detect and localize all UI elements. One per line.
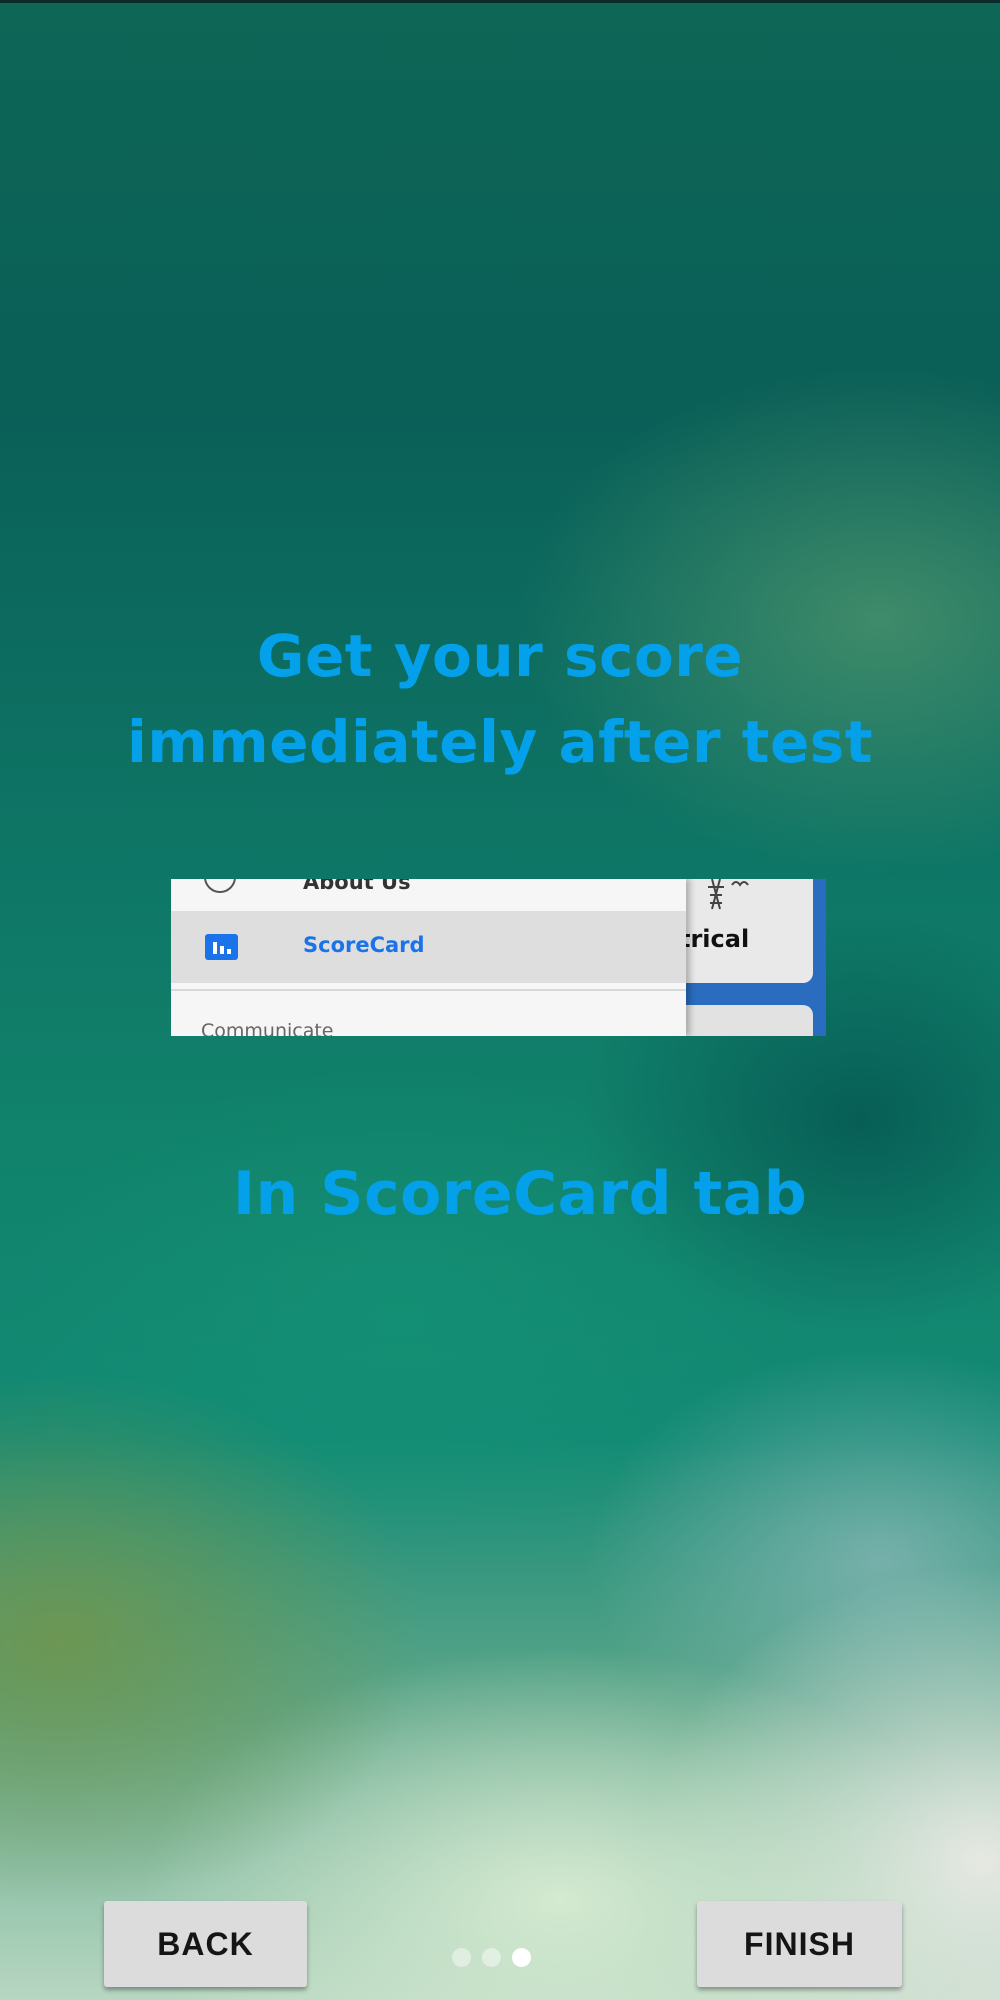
subtitle: In ScoreCard tab — [232, 1159, 808, 1229]
page-dot — [482, 1948, 501, 1967]
onboarding-screen: Get your score immediately after test tr… — [0, 0, 1000, 2000]
preview-card-label: trical — [679, 925, 750, 953]
page-dot-active — [512, 1948, 531, 1967]
finish-button[interactable]: FINISH — [697, 1901, 902, 1987]
page-dot — [452, 1948, 471, 1967]
drawer-divider — [171, 989, 686, 991]
status-bar-strip — [0, 0, 1000, 3]
drawer-section-header: Communicate — [201, 1020, 334, 1036]
title-line-1: Get your score — [256, 622, 744, 690]
drawer-item-label: About Us — [303, 879, 411, 894]
title-line-2: immediately after test — [126, 708, 874, 776]
drawer-item-label: ScoreCard — [303, 933, 425, 957]
bar-chart-icon — [205, 934, 238, 960]
info-icon — [204, 879, 236, 893]
scorecard-preview-image: trical About Us ScoreCard Communicate — [171, 879, 826, 1036]
tower-illustration-icon — [708, 879, 749, 910]
navigation-drawer: About Us ScoreCard Communicate — [171, 879, 686, 1036]
back-button[interactable]: BACK — [104, 1901, 307, 1987]
drawer-item-about-us: About Us — [171, 879, 686, 911]
drawer-item-scorecard: ScoreCard — [171, 911, 686, 983]
